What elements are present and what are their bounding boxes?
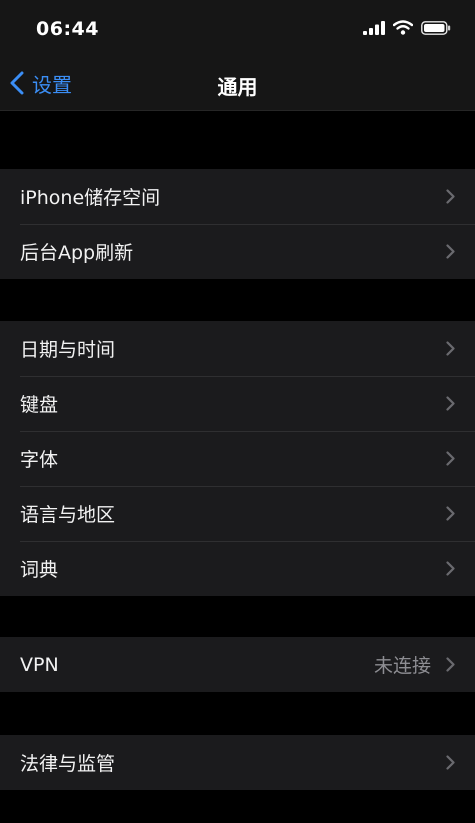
settings-group-vpn: VPN 未连接 (0, 637, 475, 692)
row-dictionary[interactable]: 词典 (0, 541, 475, 596)
row-fonts[interactable]: 字体 (0, 431, 475, 486)
chevron-right-icon (446, 341, 455, 356)
status-time: 06:44 (36, 18, 99, 40)
row-label: 语言与地区 (20, 504, 116, 526)
battery-icon (421, 20, 451, 35)
chevron-right-icon (446, 451, 455, 466)
status-bar: 06:44 (0, 0, 475, 56)
row-keyboard[interactable]: 键盘 (0, 376, 475, 431)
row-label: iPhone储存空间 (20, 187, 161, 209)
wifi-icon (393, 20, 413, 35)
vpn-status-value: 未连接 (373, 655, 431, 677)
row-date-time[interactable]: 日期与时间 (0, 321, 475, 376)
row-background-app-refresh[interactable]: 后台App刷新 (0, 224, 475, 279)
row-iphone-storage[interactable]: iPhone储存空间 (0, 169, 475, 224)
row-label: 字体 (20, 449, 59, 471)
row-label: 法律与监管 (20, 753, 116, 775)
row-vpn[interactable]: VPN 未连接 (0, 637, 475, 692)
chevron-right-icon (446, 189, 455, 204)
status-icons (363, 20, 451, 35)
row-language-region[interactable]: 语言与地区 (0, 486, 475, 541)
page-title: 通用 (217, 75, 258, 99)
settings-group-locale: 日期与时间 键盘 字体 语言与地区 词典 (0, 321, 475, 596)
navigation-bar: 设置 通用 (0, 56, 475, 111)
settings-group-storage: iPhone储存空间 后台App刷新 (0, 169, 475, 279)
chevron-right-icon (446, 561, 455, 576)
settings-group-legal: 法律与监管 (0, 735, 475, 790)
row-label: 键盘 (20, 394, 59, 416)
cellular-signal-icon (363, 20, 385, 35)
chevron-right-icon (446, 396, 455, 411)
chevron-right-icon (446, 755, 455, 770)
chevron-right-icon (446, 244, 455, 259)
row-label: 词典 (20, 559, 59, 581)
row-legal-regulatory[interactable]: 法律与监管 (0, 735, 475, 790)
chevron-right-icon (446, 506, 455, 521)
chevron-right-icon (446, 657, 455, 672)
row-label: 日期与时间 (20, 339, 116, 361)
row-label: VPN (20, 653, 59, 676)
row-label: 后台App刷新 (20, 242, 134, 264)
